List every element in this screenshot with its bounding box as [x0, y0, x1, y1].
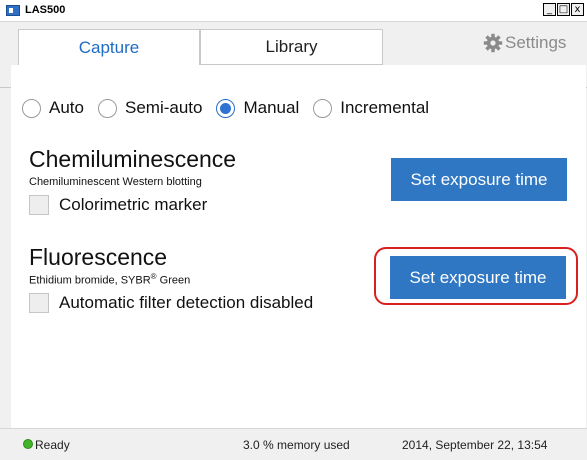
- app-icon: [6, 5, 20, 16]
- app-window: LAS500 _ □ x Capture Library Settings Au…: [0, 0, 587, 460]
- mode-manual-label: Manual: [243, 98, 300, 117]
- radio-auto[interactable]: [22, 98, 41, 118]
- radio-semi-auto[interactable]: [97, 98, 117, 118]
- mode-manual[interactable]: Manual: [216, 98, 299, 118]
- capture-mode-group: Auto Semi-auto Manual Incremental: [22, 97, 443, 119]
- chemiluminescence-subtitle: Chemiluminescent Western blotting: [29, 176, 202, 188]
- highlight-outline: [374, 247, 578, 305]
- gear-icon: [483, 33, 503, 53]
- tab-library-label: Library: [265, 37, 318, 56]
- minimize-button[interactable]: _: [543, 3, 556, 16]
- chemi-set-exposure-button[interactable]: Set exposure time: [391, 158, 567, 201]
- title-bar[interactable]: LAS500 _ □ x: [0, 0, 587, 22]
- window-title: LAS500: [25, 4, 66, 16]
- tab-library[interactable]: Library: [200, 29, 383, 65]
- filter-detection-option[interactable]: Automatic filter detection disabled: [29, 293, 313, 313]
- fluorescence-subtitle: Ethidium bromide, SYBR® Green: [29, 272, 190, 287]
- status-bar: Ready 3.0 % memory used 2014, September …: [0, 428, 587, 460]
- status-ready-text: Ready: [35, 438, 70, 452]
- maximize-button[interactable]: □: [557, 3, 570, 16]
- filter-detection-label: Automatic filter detection disabled: [59, 293, 314, 312]
- mode-semi-auto[interactable]: Semi-auto: [97, 98, 203, 118]
- settings-button[interactable]: Settings: [483, 33, 566, 53]
- fluorescence-subtitle-text: Ethidium bromide, SYBR: [29, 274, 151, 287]
- mode-semi-auto-label: Semi-auto: [124, 98, 203, 117]
- settings-label: Settings: [505, 33, 567, 52]
- close-button[interactable]: x: [571, 3, 584, 16]
- radio-manual[interactable]: [216, 98, 236, 118]
- mode-incremental-label: Incremental: [340, 98, 430, 117]
- mode-auto[interactable]: Auto: [22, 98, 84, 118]
- status-datetime: 2014, September 22, 13:54: [402, 438, 548, 452]
- fluorescence-subtitle-suffix: Green: [156, 274, 191, 287]
- filter-detection-checkbox[interactable]: [29, 293, 49, 313]
- memory-usage: 3.0 % memory used: [243, 438, 350, 452]
- colorimetric-marker-checkbox[interactable]: [29, 195, 49, 215]
- tab-capture[interactable]: Capture: [18, 29, 200, 65]
- colorimetric-marker-label: Colorimetric marker: [59, 195, 208, 214]
- mode-auto-label: Auto: [49, 98, 84, 117]
- mode-incremental[interactable]: Incremental: [313, 98, 429, 118]
- fluorescence-title: Fluorescence: [29, 244, 168, 270]
- colorimetric-marker-option[interactable]: Colorimetric marker: [29, 195, 207, 215]
- radio-incremental[interactable]: [313, 98, 333, 118]
- status-ready-icon: [23, 439, 33, 449]
- chemiluminescence-title: Chemiluminescence: [29, 146, 237, 172]
- tab-capture-label: Capture: [78, 37, 140, 57]
